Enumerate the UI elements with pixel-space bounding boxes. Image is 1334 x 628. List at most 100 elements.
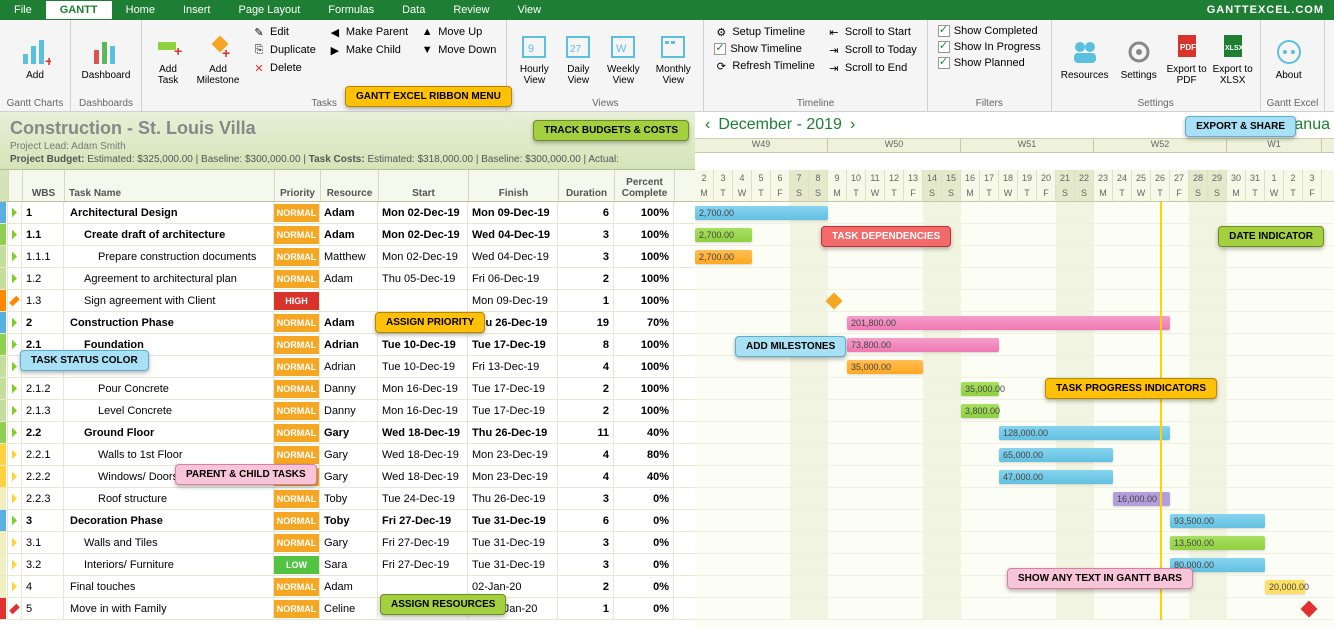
percent-cell[interactable]: 100% — [614, 224, 674, 245]
gantt-row[interactable]: 47,000.00 — [695, 466, 1334, 488]
priority-badge[interactable]: NORMAL — [274, 578, 319, 596]
resource-cell[interactable]: Gary — [320, 532, 378, 553]
percent-cell[interactable]: 0% — [614, 488, 674, 509]
resource-cell[interactable]: Gary — [320, 444, 378, 465]
menu-tab-file[interactable]: File — [0, 1, 46, 19]
gantt-row[interactable]: 16,000.00 — [695, 488, 1334, 510]
resource-cell[interactable]: Sara — [320, 554, 378, 575]
percent-cell[interactable]: 40% — [614, 466, 674, 487]
resource-cell[interactable]: Adam — [320, 224, 378, 245]
dashboard-button[interactable]: Dashboard — [77, 24, 135, 92]
task-row[interactable]: 3Decoration PhaseNORMALTobyFri 27-Dec-19… — [0, 510, 695, 532]
finish-cell[interactable]: Thu 26-Dec-19 — [468, 422, 558, 443]
gantt-row[interactable]: 13,500.00 — [695, 532, 1334, 554]
percent-cell[interactable]: 100% — [614, 246, 674, 267]
resource-cell[interactable]: Toby — [320, 488, 378, 509]
start-cell[interactable]: Fri 27-Dec-19 — [378, 532, 468, 553]
finish-cell[interactable]: Fri 06-Dec-19 — [468, 268, 558, 289]
resource-cell[interactable] — [320, 290, 378, 311]
priority-badge[interactable]: NORMAL — [274, 446, 319, 464]
percent-cell[interactable]: 100% — [614, 356, 674, 377]
resource-cell[interactable]: Adrian — [320, 334, 378, 355]
col-start[interactable]: Start — [379, 170, 469, 201]
show-inprogress-check[interactable]: Show In Progress — [934, 40, 1045, 54]
finish-cell[interactable]: Thu 26-Dec-19 — [468, 488, 558, 509]
percent-cell[interactable]: 100% — [614, 378, 674, 399]
gantt-bar[interactable]: 73,800.00 — [847, 338, 999, 352]
export-xlsx-button[interactable]: XLSXExport to XLSX — [1212, 24, 1254, 92]
task-row[interactable]: 1Architectural DesignNORMALAdamMon 02-De… — [0, 202, 695, 224]
priority-badge[interactable]: NORMAL — [274, 490, 319, 508]
gantt-row[interactable] — [695, 290, 1334, 312]
percent-cell[interactable]: 70% — [614, 312, 674, 333]
taskname-cell[interactable]: Ground Floor — [64, 422, 274, 443]
menu-tab-data[interactable]: Data — [388, 1, 439, 19]
menu-tab-home[interactable]: Home — [112, 1, 169, 19]
duration-cell[interactable]: 3 — [558, 532, 614, 553]
col-wbs[interactable]: WBS — [23, 170, 65, 201]
weekly-view-button[interactable]: WWeekly View — [601, 24, 645, 92]
duration-cell[interactable]: 3 — [558, 246, 614, 267]
task-row[interactable]: 1.1.1Prepare construction documentsNORMA… — [0, 246, 695, 268]
start-cell[interactable]: Thu 05-Dec-19 — [378, 268, 468, 289]
gantt-chart[interactable]: 2M3T4W5T6F7S8S9M10T11W12T13F14S15S16M17T… — [695, 170, 1334, 628]
gantt-row[interactable]: 3,800.00 — [695, 400, 1334, 422]
task-row[interactable]: 2.2.3Roof structureNORMALTobyTue 24-Dec-… — [0, 488, 695, 510]
duration-cell[interactable]: 6 — [558, 510, 614, 531]
percent-cell[interactable]: 100% — [614, 290, 674, 311]
taskname-cell[interactable]: Agreement to architectural plan — [64, 268, 274, 289]
priority-badge[interactable]: NORMAL — [274, 336, 319, 354]
start-cell[interactable]: Tue 10-Dec-19 — [378, 356, 468, 377]
gantt-row[interactable]: 35,000.00 — [695, 356, 1334, 378]
gantt-row[interactable]: 35,000.00 — [695, 378, 1334, 400]
finish-cell[interactable]: Wed 04-Dec-19 — [468, 224, 558, 245]
menu-tab-view[interactable]: View — [503, 1, 555, 19]
start-cell[interactable]: Mon 16-Dec-19 — [378, 400, 468, 421]
taskname-cell[interactable]: Walls to 1st Floor — [64, 444, 274, 465]
gantt-row[interactable]: 65,000.00 — [695, 444, 1334, 466]
duration-cell[interactable]: 2 — [558, 268, 614, 289]
duration-cell[interactable]: 4 — [558, 466, 614, 487]
gantt-bar[interactable]: 2,700.00 — [695, 206, 828, 220]
menu-tab-insert[interactable]: Insert — [169, 1, 225, 19]
start-cell[interactable]: Tue 10-Dec-19 — [378, 334, 468, 355]
milestone-diamond[interactable] — [1301, 601, 1318, 618]
start-cell[interactable]: Wed 18-Dec-19 — [378, 422, 468, 443]
finish-cell[interactable]: Tue 17-Dec-19 — [468, 378, 558, 399]
priority-badge[interactable]: HIGH — [274, 292, 319, 310]
percent-cell[interactable]: 0% — [614, 576, 674, 597]
percent-cell[interactable]: 0% — [614, 598, 674, 619]
task-row[interactable]: 3.2Interiors/ FurnitureLOWSaraFri 27-Dec… — [0, 554, 695, 576]
start-cell[interactable]: Mon 16-Dec-19 — [378, 378, 468, 399]
show-timeline-check[interactable]: Show Timeline — [710, 42, 819, 56]
taskname-cell[interactable]: Construction Phase — [64, 312, 274, 333]
next-month-button[interactable]: › — [850, 116, 855, 134]
duration-cell[interactable]: 4 — [558, 444, 614, 465]
start-cell[interactable]: Mon 02-Dec-19 — [378, 202, 468, 223]
resource-cell[interactable]: Danny — [320, 378, 378, 399]
priority-badge[interactable]: LOW — [274, 556, 319, 574]
gantt-row[interactable]: 2,700.00 — [695, 202, 1334, 224]
duration-cell[interactable]: 2 — [558, 378, 614, 399]
taskname-cell[interactable]: Prepare construction documents — [64, 246, 274, 267]
taskname-cell[interactable]: Move in with Family — [64, 598, 274, 619]
task-row[interactable]: 1.1Create draft of architectureNORMALAda… — [0, 224, 695, 246]
finish-cell[interactable]: Tue 17-Dec-19 — [468, 334, 558, 355]
start-cell[interactable]: Mon 02-Dec-19 — [378, 246, 468, 267]
gantt-bar[interactable]: 3,800.00 — [961, 404, 999, 418]
start-cell[interactable]: Wed 18-Dec-19 — [378, 466, 468, 487]
duration-cell[interactable]: 3 — [558, 488, 614, 509]
gantt-bar[interactable]: 47,000.00 — [999, 470, 1113, 484]
duration-cell[interactable]: 3 — [558, 554, 614, 575]
duplicate-button[interactable]: ⎘Duplicate — [248, 42, 320, 58]
delete-button[interactable]: ✕Delete — [248, 60, 320, 76]
finish-cell[interactable]: Tue 17-Dec-19 — [468, 400, 558, 421]
resource-cell[interactable]: Adam — [320, 202, 378, 223]
gantt-bar[interactable]: 35,000.00 — [961, 382, 999, 396]
menu-tab-page-layout[interactable]: Page Layout — [224, 1, 314, 19]
gantt-row[interactable]: 128,000.00 — [695, 422, 1334, 444]
duration-cell[interactable]: 6 — [558, 202, 614, 223]
priority-badge[interactable]: NORMAL — [274, 534, 319, 552]
percent-cell[interactable]: 100% — [614, 334, 674, 355]
task-row[interactable]: 2.1.3Level ConcreteNORMALDannyMon 16-Dec… — [0, 400, 695, 422]
